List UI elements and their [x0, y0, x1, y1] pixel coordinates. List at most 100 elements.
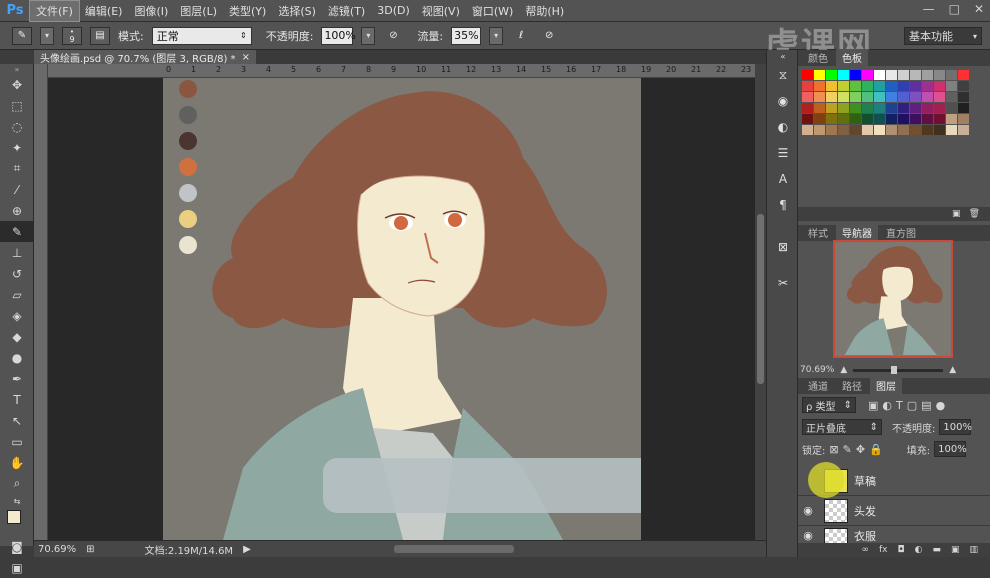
tab-color[interactable]: 颜色	[802, 49, 834, 66]
lock-all-icon[interactable]: 🔒	[869, 443, 883, 456]
color-swatch[interactable]	[910, 103, 921, 113]
healing-brush-tool-icon[interactable]: ⊕	[0, 200, 34, 221]
color-swatch[interactable]	[802, 114, 813, 124]
color-swatch[interactable]	[826, 70, 837, 80]
color-swatch[interactable]	[898, 92, 909, 102]
pen-tool-icon[interactable]: ✒	[0, 368, 34, 389]
color-swatch[interactable]	[934, 125, 945, 135]
close-tab-icon[interactable]: ×	[242, 52, 250, 63]
color-swatch[interactable]	[850, 114, 861, 124]
color-swatch[interactable]	[802, 103, 813, 113]
pressure-opacity-icon[interactable]: ⊘	[383, 27, 403, 45]
color-swatch[interactable]	[886, 81, 897, 91]
color-swatch[interactable]	[814, 125, 825, 135]
eye-icon[interactable]: ◉	[798, 529, 818, 542]
filter-toggle-icon[interactable]: ●	[936, 399, 946, 412]
color-swatch[interactable]	[934, 81, 945, 91]
layer-row[interactable]: ◉ 头发	[798, 496, 990, 526]
color-swatch[interactable]	[922, 81, 933, 91]
flow-input[interactable]: 35%	[451, 26, 482, 45]
workspace-switcher[interactable]: 基本功能 ▾	[904, 27, 982, 45]
color-swatch[interactable]	[814, 92, 825, 102]
mask-icon[interactable]: ◘	[897, 545, 904, 555]
horizontal-scroll-thumb[interactable]	[394, 545, 514, 553]
trash-icon[interactable]: ▥	[969, 545, 978, 555]
eyedropper-tool-icon[interactable]: ⁄	[0, 179, 34, 200]
shape-tool-icon[interactable]: ▭	[0, 431, 34, 452]
color-swatch[interactable]	[802, 70, 813, 80]
zoom-tool-icon[interactable]: ⌕	[0, 473, 34, 494]
color-swatch[interactable]	[934, 103, 945, 113]
dock-collapse-icon[interactable]: «	[767, 50, 799, 62]
tab-swatches[interactable]: 色板	[836, 49, 868, 66]
color-swatch[interactable]	[838, 81, 849, 91]
color-swatch[interactable]	[874, 92, 885, 102]
color-swatch[interactable]	[826, 103, 837, 113]
link-icon[interactable]: ∞	[861, 545, 869, 555]
lasso-tool-icon[interactable]: ◌	[0, 116, 34, 137]
color-swatch[interactable]	[958, 125, 969, 135]
adjustment-icon[interactable]: ◐	[915, 545, 923, 555]
close-window-button[interactable]: ✕	[974, 2, 984, 16]
opacity-input[interactable]: 100%	[321, 26, 356, 45]
mode-select[interactable]: 正常 ⇕	[151, 26, 252, 45]
color-swatch[interactable]	[910, 70, 921, 80]
color-swatch[interactable]	[814, 81, 825, 91]
path-select-tool-icon[interactable]: ↖	[0, 410, 34, 431]
color-swatch[interactable]	[850, 92, 861, 102]
color-swatch[interactable]	[898, 114, 909, 124]
color-swatch[interactable]	[862, 92, 873, 102]
document-tab[interactable]: 头像绘画.psd @ 70.7% (图层 3, RGB/8) * ×	[34, 50, 256, 65]
menu-select[interactable]: 选择(S)	[272, 1, 322, 21]
eraser-tool-icon[interactable]: ▱	[0, 284, 34, 305]
navigator-zoom-slider[interactable]	[853, 365, 944, 374]
color-swatch[interactable]	[946, 103, 957, 113]
color-swatch[interactable]	[814, 114, 825, 124]
crop-tool-icon[interactable]: ⌗	[0, 158, 34, 179]
screen-mode-icon[interactable]: ▣	[0, 557, 34, 578]
tab-layers[interactable]: 图层	[870, 377, 902, 394]
menu-window[interactable]: 窗口(W)	[466, 1, 519, 21]
brush-preset-icon[interactable]: ✎	[12, 26, 32, 45]
color-swatch[interactable]	[934, 70, 945, 80]
pressure-size-icon[interactable]: ⊘	[539, 27, 559, 45]
color-swatch[interactable]	[826, 81, 837, 91]
color-swatch[interactable]	[802, 81, 813, 91]
zoom-in-icon[interactable]: ▲	[949, 365, 956, 375]
color-swatch[interactable]	[958, 92, 969, 102]
tab-histogram[interactable]: 直方图	[880, 224, 922, 241]
color-swatch[interactable]	[910, 125, 921, 135]
filter-shape-icon[interactable]: ▢	[907, 399, 917, 412]
color-swatch[interactable]	[862, 125, 873, 135]
layer-opacity-input[interactable]: 100%	[939, 419, 972, 435]
color-swatch[interactable]	[850, 103, 861, 113]
color-swatch[interactable]	[910, 92, 921, 102]
color-swatch[interactable]	[946, 81, 957, 91]
menu-edit[interactable]: 编辑(E)	[79, 1, 129, 21]
blur-tool-icon[interactable]: ◆	[0, 326, 34, 347]
document-canvas[interactable]	[163, 78, 641, 540]
color-swatch[interactable]	[934, 92, 945, 102]
brush-panel-icon[interactable]: ⊠	[767, 234, 799, 260]
filter-smart-icon[interactable]: ▤	[921, 399, 931, 412]
status-zoom[interactable]: 70.69%	[38, 544, 76, 555]
toolbox-grip-icon[interactable]: »	[0, 64, 34, 74]
color-swatch[interactable]	[886, 92, 897, 102]
color-swatch[interactable]	[922, 103, 933, 113]
dodge-tool-icon[interactable]: ●	[0, 347, 34, 368]
flow-dropdown-arrow[interactable]: ▾	[489, 26, 504, 45]
color-swatch[interactable]	[862, 103, 873, 113]
color-swatch[interactable]	[826, 92, 837, 102]
menu-3d[interactable]: 3D(D)	[371, 2, 416, 19]
color-panel-icon[interactable]: ◉	[767, 88, 799, 114]
menu-help[interactable]: 帮助(H)	[519, 1, 570, 21]
color-swatch[interactable]	[922, 70, 933, 80]
color-swatch[interactable]	[886, 114, 897, 124]
opacity-dropdown-arrow[interactable]: ▾	[361, 26, 376, 45]
paint-bucket-tool-icon[interactable]: ◈	[0, 305, 34, 326]
color-swatch[interactable]	[826, 114, 837, 124]
folder-icon[interactable]: ▬	[932, 545, 941, 555]
minimize-button[interactable]: —	[923, 2, 935, 16]
quick-mask-icon[interactable]: ◙	[0, 536, 34, 557]
tab-navigator[interactable]: 导航器	[836, 224, 878, 241]
